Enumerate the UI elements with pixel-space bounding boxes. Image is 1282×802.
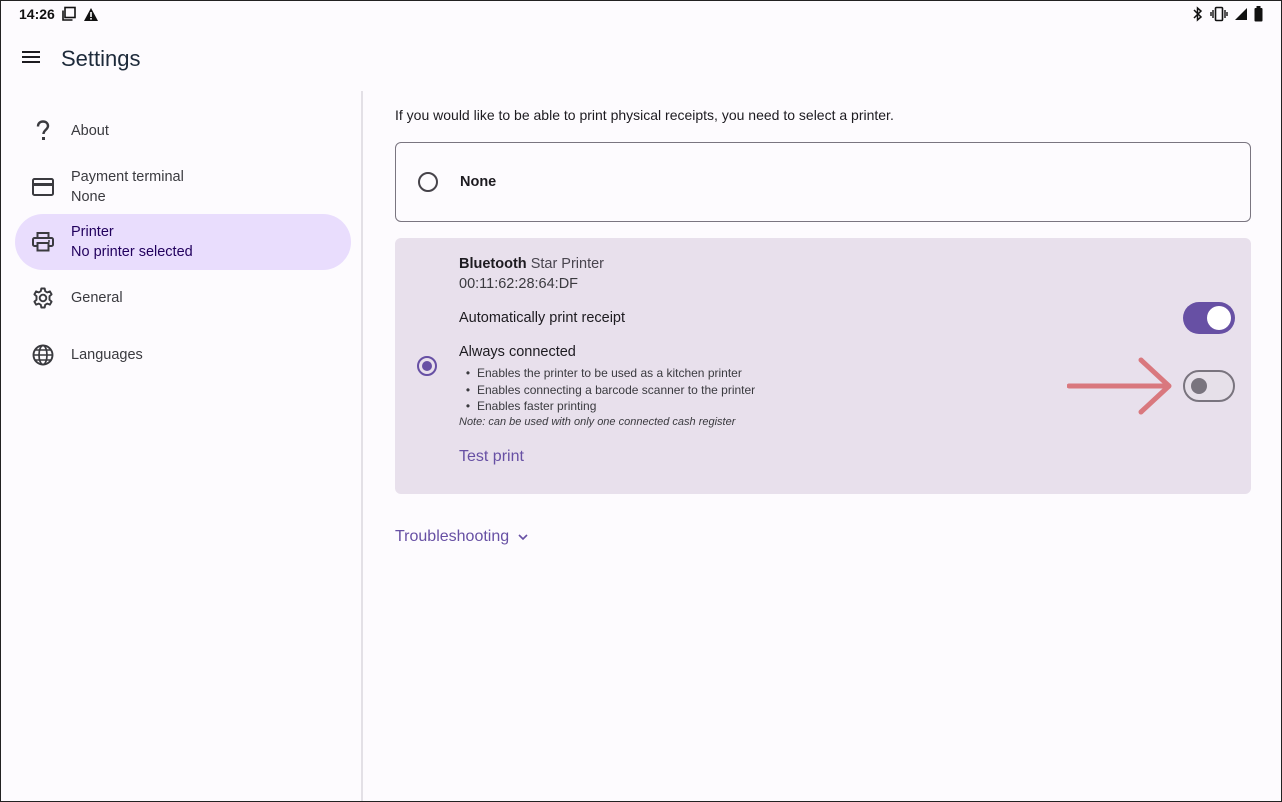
annotation-arrow-icon bbox=[1066, 356, 1175, 421]
list-item: Enables connecting a barcode scanner to … bbox=[459, 382, 755, 399]
globe-icon bbox=[15, 344, 71, 366]
printer-icon bbox=[15, 232, 71, 252]
copy-icon bbox=[61, 6, 77, 22]
sidebar-item-label: Languages bbox=[71, 347, 143, 363]
option-none-label: None bbox=[460, 174, 497, 190]
sidebar-item-label: Printer bbox=[71, 224, 114, 240]
always-connected-toggle[interactable] bbox=[1183, 370, 1235, 402]
always-connected-benefits: Enables the printer to be used as a kitc… bbox=[459, 365, 755, 415]
auto-print-toggle[interactable] bbox=[1183, 302, 1235, 334]
gear-icon bbox=[15, 287, 71, 309]
sidebar: About Payment terminal None Printer No p… bbox=[1, 91, 363, 801]
troubleshooting-label: Troubleshooting bbox=[395, 528, 510, 545]
status-bar: 14:26 bbox=[1, 1, 1281, 27]
battery-icon bbox=[1254, 6, 1263, 22]
bluetooth-icon bbox=[1192, 6, 1204, 22]
help-icon bbox=[15, 120, 71, 142]
sidebar-item-label: About bbox=[71, 123, 109, 139]
signal-icon bbox=[1234, 7, 1248, 21]
menu-button[interactable] bbox=[1, 31, 61, 87]
troubleshooting-toggle[interactable]: Troubleshooting bbox=[395, 528, 529, 546]
printer-mac-address: 00:11:62:28:64:DF bbox=[459, 276, 579, 292]
radio-star-printer[interactable] bbox=[417, 356, 437, 376]
warning-icon bbox=[83, 7, 99, 22]
app-bar: Settings bbox=[1, 31, 1281, 87]
status-time: 14:26 bbox=[19, 6, 55, 22]
intro-text: If you would like to be able to print ph… bbox=[395, 107, 894, 123]
sidebar-item-label: Payment terminal bbox=[71, 169, 184, 185]
menu-icon bbox=[22, 50, 40, 68]
sidebar-item-languages[interactable]: Languages bbox=[15, 335, 351, 375]
always-connected-label: Always connected bbox=[459, 344, 576, 360]
vibrate-icon bbox=[1210, 6, 1228, 22]
radio-none[interactable] bbox=[418, 172, 438, 192]
chevron-down-icon bbox=[517, 528, 529, 546]
printer-connection: Bluetooth bbox=[459, 256, 527, 272]
printer-model: Star Printer bbox=[530, 256, 605, 272]
sidebar-item-sublabel: None bbox=[71, 189, 106, 205]
sidebar-item-sublabel: No printer selected bbox=[71, 244, 193, 260]
printer-option-star[interactable]: Bluetooth Star Printer 00:11:62:28:64:DF… bbox=[395, 238, 1251, 494]
sidebar-item-printer[interactable]: Printer No printer selected bbox=[15, 214, 351, 270]
always-connected-note: Note: can be used with only one connecte… bbox=[459, 416, 736, 428]
list-item: Enables faster printing bbox=[459, 398, 755, 415]
sidebar-item-about[interactable]: About bbox=[15, 111, 351, 151]
auto-print-label: Automatically print receipt bbox=[459, 310, 626, 326]
sidebar-item-general[interactable]: General bbox=[15, 278, 351, 318]
page-title: Settings bbox=[61, 46, 141, 71]
test-print-button[interactable]: Test print bbox=[459, 448, 524, 466]
list-item: Enables the printer to be used as a kitc… bbox=[459, 365, 755, 382]
toggle-thumb bbox=[1191, 378, 1207, 394]
toggle-thumb bbox=[1207, 306, 1231, 330]
printer-name: Bluetooth Star Printer bbox=[459, 256, 604, 272]
printer-option-none[interactable]: None bbox=[395, 142, 1251, 222]
card-icon bbox=[15, 178, 71, 196]
sidebar-item-label: General bbox=[71, 290, 123, 306]
app-window: 14:26 Settings About Payment terminal No… bbox=[0, 0, 1282, 802]
sidebar-item-payment-terminal[interactable]: Payment terminal None bbox=[15, 166, 351, 208]
